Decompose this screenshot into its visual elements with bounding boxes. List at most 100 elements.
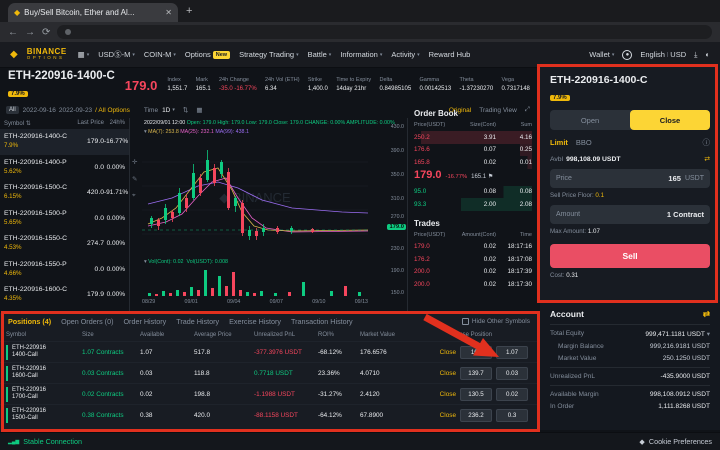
tab-transaction-history[interactable]: Transaction History bbox=[291, 317, 353, 326]
url-bar[interactable] bbox=[57, 25, 712, 39]
hide-other-symbols[interactable]: Hide Other Symbols bbox=[462, 318, 530, 325]
watchlist-row[interactable]: ETH-220916-1400-C7.9% 179.0 -16.77% bbox=[0, 129, 129, 155]
row-iv: 7.9% bbox=[4, 142, 68, 150]
order-type-bbo[interactable]: BBO bbox=[576, 138, 592, 147]
binance-favicon-icon: ◆ bbox=[14, 8, 20, 17]
close-price-input[interactable]: 236.2 bbox=[460, 409, 492, 422]
nav-item-activity[interactable]: Activity▾ bbox=[391, 50, 419, 59]
compare-icon[interactable]: ⇅ bbox=[183, 106, 188, 114]
filter-date-from[interactable]: 2022-09-16 bbox=[23, 107, 56, 114]
language-currency[interactable]: English|USD bbox=[640, 50, 686, 59]
row-change: -91.71% bbox=[104, 189, 128, 196]
close-position-button[interactable]: Close bbox=[440, 349, 456, 356]
col-24h[interactable]: 24h% bbox=[104, 120, 125, 127]
nav-item-options[interactable]: OptionsNew bbox=[185, 50, 230, 59]
checkbox-icon[interactable] bbox=[462, 318, 469, 325]
nav-item-usdm[interactable]: USDⓈ-M▾ bbox=[98, 49, 135, 60]
order-type-limit[interactable]: Limit bbox=[550, 138, 568, 147]
user-icon[interactable]: ● bbox=[622, 50, 632, 60]
price-chart[interactable]: 2022/09/01 12:00 Open: 179.0 High: 179.0… bbox=[130, 118, 382, 314]
sell-price-floor: Sell Price Floor: 0.1 bbox=[550, 192, 710, 199]
nav-item-coinm[interactable]: COIN-M▾ bbox=[144, 50, 176, 59]
col-last-price[interactable]: Last Price bbox=[68, 120, 104, 127]
watchlist-row[interactable]: ETH-220916-1500-P5.65% 0.0 0.00% bbox=[0, 206, 129, 232]
ask-row[interactable]: 176.60.070.25 bbox=[414, 144, 532, 157]
browser-tab[interactable]: ◆ Buy/Sell Bitcoin, Ether and Al... ✕ bbox=[8, 3, 178, 22]
transfer-swap-icon[interactable]: ⇄ bbox=[624, 155, 710, 163]
filter-all-options[interactable]: / All Options bbox=[95, 107, 130, 114]
nav-item-strategy-trading[interactable]: Strategy Trading▾ bbox=[239, 50, 299, 59]
theme-toggle-icon[interactable]: ◐ bbox=[705, 50, 710, 59]
stat-value: 1,400.0 bbox=[308, 85, 328, 94]
close-position-button[interactable]: Close bbox=[440, 391, 456, 398]
tab-open[interactable]: Open bbox=[550, 110, 630, 130]
filter-all-chip[interactable]: All bbox=[6, 106, 19, 114]
ask-row[interactable]: 165.80.020.01 bbox=[414, 156, 532, 169]
brand-sub: OPTIONS bbox=[27, 56, 67, 61]
new-tab-button[interactable]: + bbox=[186, 6, 192, 17]
row-symbol: ETH-220916-1550-C bbox=[4, 235, 68, 244]
col-symbol[interactable]: Symbol ⇅ bbox=[4, 120, 68, 127]
chart-interval-select[interactable]: 1D bbox=[162, 107, 170, 114]
iv-badge: 7.9% bbox=[8, 91, 28, 97]
bid-row[interactable]: 93.32.002.08 bbox=[414, 198, 532, 211]
tab-close[interactable]: Close bbox=[630, 110, 710, 130]
tab-close-icon[interactable]: ✕ bbox=[165, 8, 172, 17]
position-row: ETH-2209161500-Call 0.38 Contracts 0.38 … bbox=[0, 404, 538, 425]
transfer-swap-icon[interactable]: ⇄ bbox=[584, 309, 710, 320]
options-watchlist: Symbol ⇅ Last Price 24h% ETH-220916-1400… bbox=[0, 118, 130, 314]
close-qty-input[interactable]: 0.3 bbox=[496, 409, 528, 422]
row-iv: 6.15% bbox=[4, 193, 68, 201]
back-icon[interactable]: ← bbox=[8, 27, 18, 38]
account-value: 999,216.9181 USDT bbox=[650, 343, 710, 350]
stat-label: Time to Expiry bbox=[336, 76, 371, 84]
ask-row[interactable]: 250.23.914.16 bbox=[414, 131, 532, 144]
tab-positions[interactable]: Positions (4) bbox=[8, 317, 51, 326]
forward-icon[interactable]: → bbox=[25, 27, 35, 38]
bid-row[interactable]: 95.00.080.08 bbox=[414, 186, 532, 199]
watchlist-row[interactable]: ETH-220916-1550-C4.53% 274.7 0.00% bbox=[0, 231, 129, 257]
close-position-button[interactable]: Close bbox=[440, 412, 456, 419]
open-close-tabs: Open Close bbox=[550, 110, 710, 130]
close-qty-input[interactable]: 1.07 bbox=[496, 346, 528, 359]
wallet-menu[interactable]: Wallet▾ bbox=[589, 50, 614, 59]
close-price-input[interactable]: 165 bbox=[460, 346, 492, 359]
tab-exercise-history[interactable]: Exercise History bbox=[229, 317, 281, 326]
tab-trade-history[interactable]: Trade History bbox=[176, 317, 219, 326]
close-position-button[interactable]: Close bbox=[440, 370, 456, 377]
draw-tool-icon[interactable]: ✎ bbox=[132, 175, 137, 183]
tab-order-history[interactable]: Order History bbox=[123, 317, 166, 326]
watchlist-row[interactable]: ETH-220916-1500-C6.15% 420.0 -91.71% bbox=[0, 180, 129, 206]
candlestick-canvas[interactable]: ◆ BINANCE bbox=[142, 138, 368, 256]
reload-icon[interactable]: ⟳ bbox=[42, 27, 50, 38]
stat-label: Index bbox=[167, 76, 187, 84]
site-info-icon[interactable] bbox=[65, 29, 71, 35]
contract-stats: Index1,551.7 Mark165.1 24h Change-35.0 -… bbox=[167, 76, 530, 93]
watchlist-row[interactable]: ETH-220916-1550-P4.66% 0.0 0.00% bbox=[0, 257, 129, 283]
close-qty-input[interactable]: 0.03 bbox=[496, 367, 528, 380]
tab-open-orders[interactable]: Open Orders (0) bbox=[61, 317, 113, 326]
nav-item-information[interactable]: Information▾ bbox=[340, 50, 382, 59]
apps-menu[interactable]: ▦▾ bbox=[78, 50, 90, 59]
nav-item-battle[interactable]: Battle▾ bbox=[308, 50, 332, 59]
price-input[interactable]: Price 165 USDT bbox=[550, 169, 710, 188]
filter-date-to[interactable]: 2022-09-23 bbox=[59, 107, 92, 114]
watchlist-row[interactable]: ETH-220916-1600-C4.35% 179.9 0.00% bbox=[0, 282, 129, 308]
row-symbol: ETH-220916-1600-C bbox=[4, 286, 68, 295]
chevron-down-icon: ▾ bbox=[417, 52, 420, 58]
watchlist-row[interactable]: ETH-220916-1400-P5.62% 0.0 0.00% bbox=[0, 155, 129, 181]
download-icon[interactable]: ⤓ bbox=[694, 50, 697, 60]
crosshair-tool-icon[interactable]: ✛ bbox=[132, 158, 137, 166]
sell-button[interactable]: Sell bbox=[550, 244, 710, 268]
nav-item-reward-hub[interactable]: Reward Hub bbox=[429, 50, 471, 59]
close-price-input[interactable]: 139.7 bbox=[460, 367, 492, 380]
measure-tool-icon[interactable]: ⌖ bbox=[132, 192, 137, 200]
binance-logo[interactable]: BINANCE OPTIONS bbox=[27, 48, 67, 61]
account-label: In Order bbox=[550, 403, 574, 410]
indicator-grid-icon[interactable]: ▦ bbox=[196, 106, 202, 114]
close-price-input[interactable]: 130.5 bbox=[460, 388, 492, 401]
amount-input[interactable]: Amount 1 Contract bbox=[550, 205, 710, 224]
info-icon[interactable]: ⓘ bbox=[600, 137, 710, 148]
close-qty-input[interactable]: 0.02 bbox=[496, 388, 528, 401]
cookie-preferences[interactable]: ◆ Cookie Preferences bbox=[639, 437, 712, 446]
